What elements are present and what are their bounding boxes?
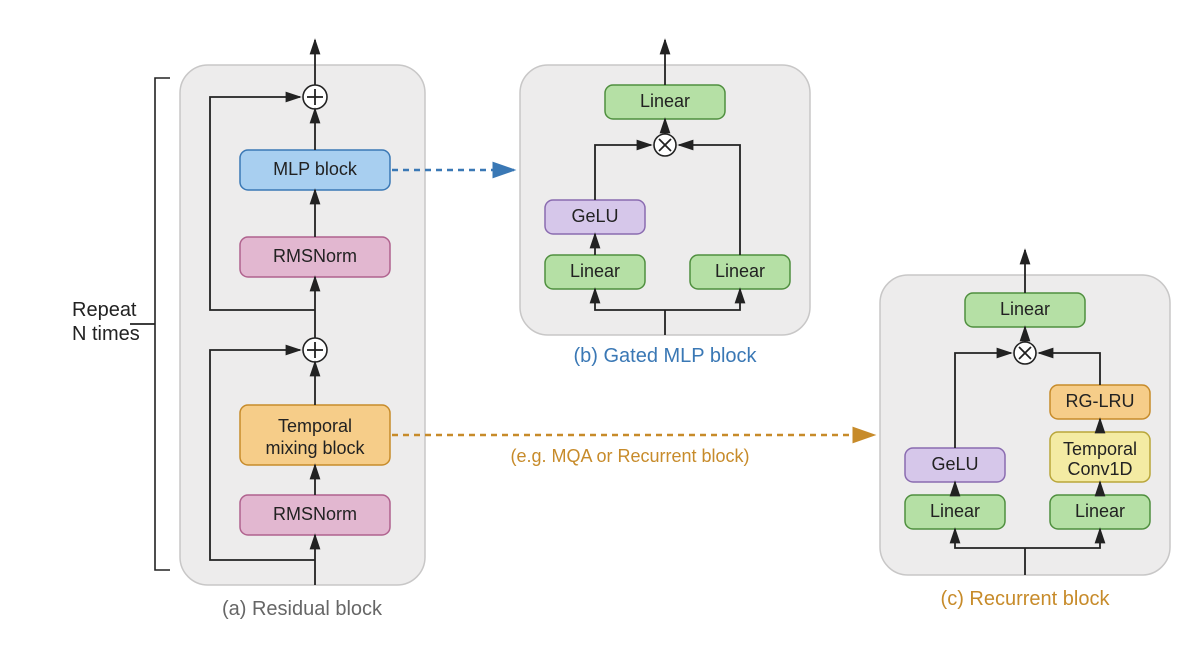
svg-text:RMSNorm: RMSNorm (273, 246, 357, 266)
repeat-label-1: Repeat (72, 299, 137, 321)
svg-text:Temporal: Temporal (1063, 439, 1137, 459)
svg-text:Linear: Linear (640, 91, 690, 111)
svg-text:RG-LRU: RG-LRU (1065, 391, 1134, 411)
panel-gated-mlp: Linear GeLU Linear Linear (520, 40, 810, 335)
svg-text:GeLU: GeLU (931, 454, 978, 474)
mqa-note: (e.g. MQA or Recurrent block) (510, 446, 749, 466)
svg-text:RMSNorm: RMSNorm (273, 504, 357, 524)
svg-text:Linear: Linear (930, 501, 980, 521)
panel-residual: RMSNorm Temporal mixing block RMSNorm ML… (180, 40, 425, 585)
svg-text:Linear: Linear (1000, 299, 1050, 319)
svg-text:MLP block: MLP block (273, 159, 358, 179)
repeat-label-2: N times (72, 323, 140, 345)
caption-c: (c) Recurrent block (941, 588, 1111, 610)
svg-text:Linear: Linear (1075, 501, 1125, 521)
repeat-bracket: Repeat N times (72, 78, 170, 570)
svg-text:Conv1D: Conv1D (1067, 459, 1132, 479)
svg-text:Linear: Linear (715, 261, 765, 281)
svg-text:Linear: Linear (570, 261, 620, 281)
svg-text:GeLU: GeLU (571, 206, 618, 226)
panel-recurrent: Linear RG-LRU Temporal Conv1D GeLU Linea… (880, 250, 1170, 575)
caption-a: (a) Residual block (222, 598, 383, 620)
svg-text:Temporal: Temporal (278, 416, 352, 436)
caption-b: (b) Gated MLP block (573, 345, 757, 367)
svg-text:mixing block: mixing block (265, 438, 365, 458)
